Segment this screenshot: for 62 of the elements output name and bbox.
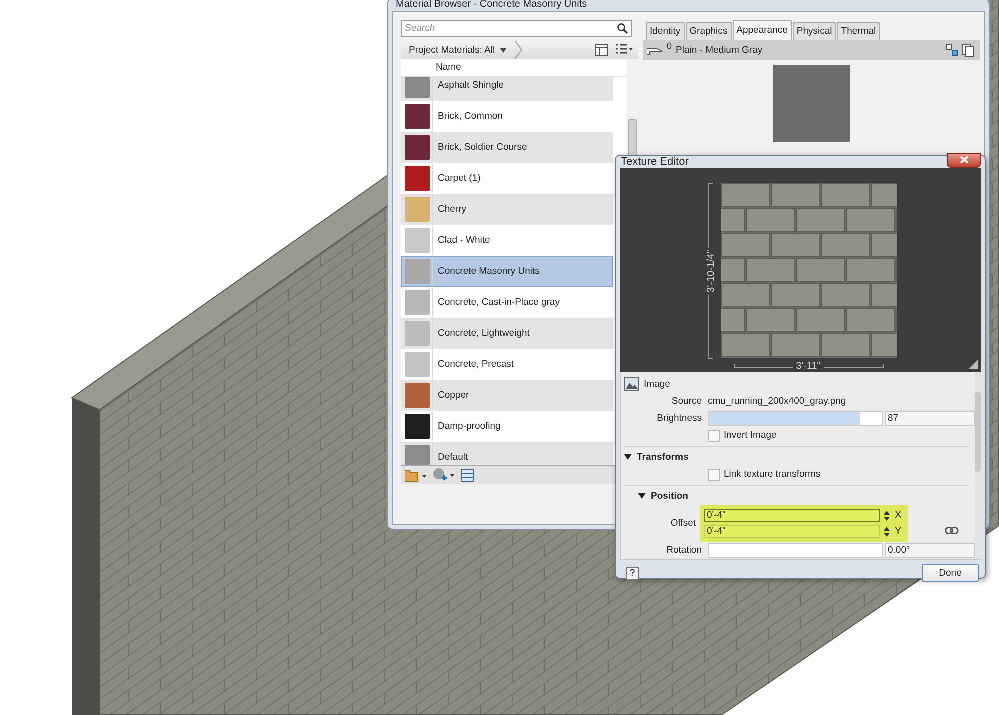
- library-folder-icon[interactable]: [405, 468, 427, 482]
- collapse-triangle-icon[interactable]: [638, 493, 646, 499]
- rotation-slider[interactable]: [708, 543, 883, 558]
- checkbox-label: Invert Image: [724, 430, 777, 441]
- spinner-arrows-icon[interactable]: [882, 525, 892, 538]
- window-title: Material Browser - Concrete Masonry Units: [395, 0, 588, 11]
- chain-link-icon[interactable]: [944, 526, 959, 534]
- material-row[interactable]: Concrete, Lightweight: [401, 318, 613, 349]
- section-title: Image: [644, 378, 670, 390]
- field-label: Rotation: [666, 545, 703, 556]
- tab[interactable]: Identity: [646, 22, 685, 40]
- checkbox[interactable]: [708, 430, 720, 442]
- dialog-title: Texture Editor: [620, 156, 689, 168]
- field-label: Brightness: [656, 413, 703, 424]
- material-row[interactable]: Asphalt Shingle: [401, 77, 613, 101]
- material-row[interactable]: Copper: [401, 380, 613, 411]
- section-title: Transforms: [637, 452, 689, 462]
- rotation-value[interactable]: 0.00°: [885, 543, 975, 558]
- help-button[interactable]: ?: [626, 566, 639, 580]
- close-icon: [960, 156, 968, 164]
- collapse-triangle-icon[interactable]: [624, 454, 632, 460]
- panel-toggle-icon[interactable]: [461, 468, 474, 482]
- offset-x-field[interactable]: 0'-4": [704, 509, 880, 522]
- brightness-slider[interactable]: [708, 411, 883, 426]
- add-material-icon[interactable]: [433, 468, 455, 482]
- field-label: Source: [670, 396, 703, 407]
- material-row[interactable]: Default: [401, 442, 613, 465]
- image-icon: [624, 377, 639, 391]
- search-field[interactable]: Search: [401, 20, 632, 37]
- caret-icon: [500, 48, 508, 52]
- search-icon[interactable]: [617, 23, 628, 34]
- scrollbar[interactable]: [975, 372, 981, 559]
- tab[interactable]: Physical: [792, 22, 836, 40]
- resize-grip-icon[interactable]: [969, 360, 978, 369]
- field-label: Offset: [670, 518, 697, 529]
- material-row[interactable]: Concrete Masonry Units: [401, 256, 613, 287]
- tab[interactable]: Graphics: [686, 22, 732, 40]
- axis-label: X: [895, 510, 902, 521]
- replace-asset-icon[interactable]: [946, 44, 958, 56]
- width-dimension: 3'-11": [793, 360, 824, 372]
- checkbox-label: Link texture transforms: [724, 469, 821, 480]
- list-view-icon[interactable]: [616, 44, 634, 56]
- section-title: Position: [651, 490, 688, 502]
- asset-name: Plain - Medium Gray: [676, 44, 763, 56]
- source-filename: cmu_running_200x400_gray.png: [708, 396, 846, 407]
- material-row[interactable]: Brick, Soldier Course: [401, 132, 613, 163]
- tab[interactable]: Appearance: [732, 20, 792, 40]
- tab[interactable]: Thermal: [837, 22, 880, 40]
- done-button[interactable]: Done: [922, 564, 979, 582]
- material-row[interactable]: Cherry: [401, 194, 613, 225]
- chevron-icon: [515, 41, 524, 59]
- axis-label: Y: [895, 526, 902, 537]
- close-button[interactable]: [947, 152, 981, 168]
- brightness-value[interactable]: 87: [885, 411, 975, 426]
- offset-y-field[interactable]: 0'-4": [704, 525, 880, 538]
- usage-count: 0: [667, 41, 672, 51]
- spinner-arrows-icon[interactable]: [882, 509, 892, 522]
- duplicate-icon[interactable]: [962, 44, 974, 56]
- column-header[interactable]: Name: [436, 62, 462, 73]
- checkbox[interactable]: [708, 468, 720, 480]
- height-dimension: 3'-10-1/4": [706, 248, 717, 294]
- panel-layout-icon[interactable]: [595, 44, 608, 56]
